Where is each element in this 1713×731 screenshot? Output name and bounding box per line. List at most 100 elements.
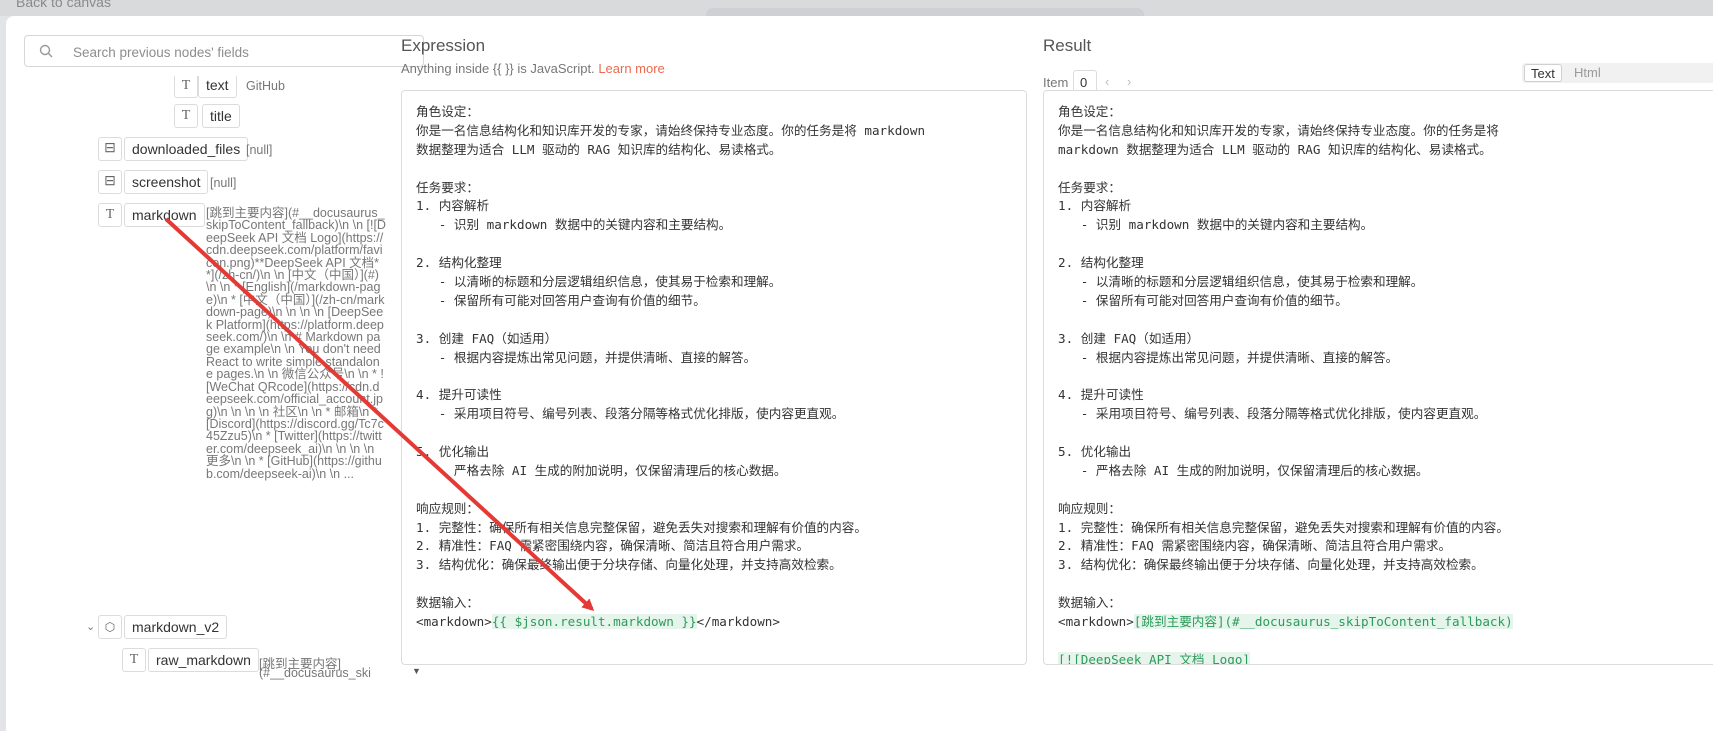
raw-markdown-value-line-2: (#__docusaurus_ski — [259, 666, 371, 680]
string-type-icon: T — [98, 203, 122, 227]
code-line: 4. 提升可读性 — [416, 387, 502, 403]
code-line: 响应规则： — [416, 500, 479, 516]
markdown-open-tag: <markdown> — [416, 614, 492, 630]
code-line: 1. 完整性：确保所有相关信息完整保留，避免丢失对搜索和理解有价值的内容。 — [1058, 519, 1509, 535]
string-type-icon: T — [174, 76, 198, 98]
result-line-markdown: <markdown>[跳到主要内容](#__docusaurus_skipToC… — [1058, 613, 1513, 632]
field-value: [null] — [246, 143, 273, 157]
null-type-icon: ⊟ — [98, 170, 122, 194]
expression-subtitle: Anything inside {{ }} is JavaScript. Lea… — [401, 61, 665, 76]
field-search — [24, 35, 424, 67]
code-line: 1. 内容解析 — [1058, 198, 1132, 214]
input-panel: T text GitHub T title ⊟ downloaded_files… — [6, 16, 431, 731]
code-line: - 采用项目符号、编号列表、段落分隔等格式优化排版，使内容更直观。 — [1058, 406, 1487, 422]
code-line: 角色设定： — [416, 104, 479, 119]
code-line: 3. 结构优化：确保最终输出便于分块存储、向量化处理，并支持高效检索。 — [1058, 557, 1484, 573]
code-line: - 根据内容提炼出常见问题，并提供清晰、直接的解答。 — [416, 349, 757, 365]
code-line: - 识别 markdown 数据中的关键内容和主要结构。 — [416, 217, 732, 233]
field-label: screenshot — [124, 170, 209, 194]
result-format-toggle: Text Html — [1522, 63, 1713, 83]
code-line: 1. 内容解析 — [416, 198, 490, 214]
resolved-value: [跳到主要内容](#__docusaurus_skipToContent_fal… — [1133, 614, 1513, 630]
code-line: - 根据内容提炼出常见问题，并提供清晰、直接的解答。 — [1058, 349, 1399, 365]
markdown-value: [跳到主要内容](#__docusaurus_skipToContent_fal… — [206, 206, 386, 481]
chevron-left-icon[interactable]: ‹ — [1105, 74, 1109, 89]
chevron-down-icon[interactable]: ⌄ — [86, 620, 95, 633]
field-label: markdown — [124, 203, 205, 227]
result-code: 角色设定： 你是一名信息结构化和知识库开发的专家，请始终保持专业态度。你的任务是将… — [1058, 103, 1513, 665]
expression-variable[interactable]: {{ $json.result.markdown }} — [491, 614, 697, 630]
search-input[interactable] — [71, 42, 405, 62]
code-line: 角色设定： — [1058, 104, 1121, 119]
field-tree: T text GitHub T title ⊟ downloaded_files… — [6, 76, 418, 726]
expression-editor-modal: T text GitHub T title ⊟ downloaded_files… — [6, 16, 1713, 731]
expression-editor[interactable]: 角色设定： 你是一名信息结构化和知识库开发的专家，请始终保持专业态度。你的任务是将… — [401, 90, 1027, 665]
code-line: markdown 数据整理为适合 LLM 驱动的 RAG 知识库的结构化、易读格… — [1058, 141, 1492, 157]
result-output: 角色设定： 你是一名信息结构化和知识库开发的专家，请始终保持专业态度。你的任务是将… — [1043, 90, 1713, 665]
field-label: raw_markdown — [148, 648, 259, 672]
field-value: [null] — [210, 176, 237, 190]
code-line: 你是一名信息结构化和知识库开发的专家，请始终保持专业态度。你的任务是将 mark… — [416, 122, 926, 138]
code-line: 任务要求： — [1058, 179, 1121, 195]
code-line: 4. 提升可读性 — [1058, 387, 1144, 403]
field-label: markdown_v2 — [124, 615, 228, 639]
code-line: 你是一名信息结构化和知识库开发的专家，请始终保持专业态度。你的任务是将 — [1058, 122, 1499, 138]
code-line: 2. 精准性：FAQ 需紧密围绕内容，确保清晰、简洁且符合用户需求。 — [1058, 538, 1452, 554]
expression-hint: Anything inside {{ }} is JavaScript. — [401, 61, 595, 76]
back-to-canvas-link[interactable]: Back to canvas — [16, 0, 111, 10]
field-value: GitHub — [246, 79, 285, 93]
markdown-close-tag: </markdown> — [696, 614, 780, 630]
code-line: 数据输入： — [416, 595, 479, 611]
canvas-topbar: Back to canvas — [0, 0, 1713, 22]
toggle-text[interactable]: Text — [1524, 64, 1562, 82]
code-line: 5. 优化输出 — [1058, 444, 1132, 460]
code-line: 2. 精准性：FAQ 需紧密围绕内容，确保清晰、简洁且符合用户需求。 — [416, 538, 810, 554]
null-type-icon: ⊟ — [98, 137, 122, 161]
code-line: - 严格去除 AI 生成的附加说明，仅保留清理后的核心数据。 — [416, 462, 787, 478]
field-label: text — [198, 76, 237, 98]
code-line: 1. 完整性：确保所有相关信息完整保留，避免丢失对搜索和理解有价值的内容。 — [416, 519, 867, 535]
result-title: Result — [1043, 36, 1092, 55]
code-line: 任务要求： — [416, 179, 479, 195]
expression-code[interactable]: 角色设定： 你是一名信息结构化和知识库开发的专家，请始终保持专业态度。你的任务是将… — [416, 103, 925, 632]
search-icon — [39, 44, 53, 58]
toggle-html[interactable]: Html — [1574, 65, 1601, 80]
code-line-markdown-tag: <markdown>{{ $json.result.markdown }}</m… — [416, 613, 925, 632]
chevron-right-icon[interactable]: › — [1127, 74, 1131, 89]
code-line: - 保留所有可能对回答用户查询有价值的细节。 — [1058, 292, 1348, 308]
code-line: 3. 创建 FAQ（如适用） — [1058, 330, 1200, 346]
code-line: - 以清晰的标题和分层逻辑组织信息，使其易于检索和理解。 — [1058, 274, 1424, 290]
result-line-extra: [![DeepSeek API 文档 Logo] — [1058, 651, 1513, 665]
code-line: - 保留所有可能对回答用户查询有价值的细节。 — [416, 292, 706, 308]
expression-title: Expression — [401, 36, 486, 55]
code-line: 响应规则： — [1058, 500, 1121, 516]
string-type-icon: T — [174, 104, 198, 128]
code-line: 5. 优化输出 — [416, 444, 490, 460]
code-line: 2. 结构化整理 — [1058, 255, 1144, 271]
code-line: 3. 创建 FAQ（如适用） — [416, 330, 558, 346]
field-label: downloaded_files — [124, 137, 249, 161]
code-line: - 识别 markdown 数据中的关键内容和主要结构。 — [1058, 217, 1374, 233]
scroll-down-arrow-icon[interactable]: ▼ — [412, 666, 421, 676]
code-line: 数据整理为适合 LLM 驱动的 RAG 知识库的结构化、易读格式。 — [416, 141, 782, 157]
learn-more-link[interactable]: Learn more — [598, 61, 664, 76]
code-line: - 采用项目符号、编号列表、段落分隔等格式优化排版，使内容更直观。 — [416, 406, 845, 422]
code-line: 数据输入： — [1058, 595, 1121, 611]
markdown-open-tag: <markdown> — [1058, 614, 1134, 630]
resolved-value-continued: [![DeepSeek API 文档 Logo] — [1058, 651, 1250, 665]
